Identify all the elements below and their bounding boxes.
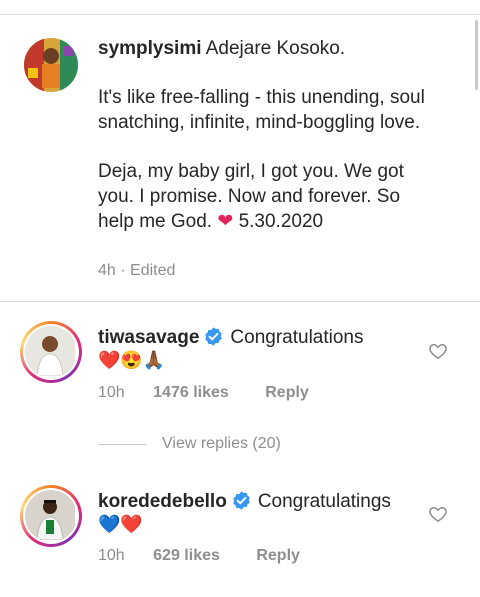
caption-line-1: Adejare Kosoko. (205, 38, 346, 59)
comment-2: korededebello Congratulatings (98, 489, 391, 514)
comment-1-likes[interactable]: 1476 likes (153, 384, 229, 402)
comment-1: tiwasavage Congratulations (98, 325, 364, 350)
caption-line-2: It's like free-falling - this unending, … (98, 87, 425, 133)
comment-1-emojis: ❤️😍🙏🏾 (98, 350, 166, 370)
comment-1-time: 10h (98, 384, 125, 401)
red-heart-emoji: ❤ (217, 211, 234, 232)
comment-1-text: Congratulations (230, 327, 364, 348)
comment-2-text: Congratulatings (257, 491, 391, 512)
caption-date: 5.30.2020 (238, 211, 324, 232)
view-replies-line (98, 444, 146, 445)
divider (0, 301, 480, 302)
view-replies-button[interactable]: View replies (20) (162, 435, 281, 453)
caption-time: 4h · Edited (98, 262, 176, 279)
comment-2-reply-button[interactable]: Reply (256, 547, 300, 565)
comment-1-username[interactable]: tiwasavage (98, 327, 199, 348)
verified-badge-icon (205, 327, 223, 346)
like-heart-icon[interactable] (428, 504, 448, 524)
caption-avatar[interactable] (24, 38, 78, 92)
comment-1-meta: 10h 1476 likes Reply (98, 384, 309, 402)
comment-2-meta: 10h 629 likes Reply (98, 547, 300, 565)
comment-avatar-tiwasavage[interactable] (20, 321, 82, 383)
top-bar (0, 0, 480, 15)
like-heart-icon[interactable] (428, 341, 448, 361)
verified-badge-icon (233, 491, 250, 510)
comment-1-reply-button[interactable]: Reply (265, 384, 309, 402)
caption-username[interactable]: symplysimi (98, 38, 202, 59)
comment-2-likes[interactable]: 629 likes (153, 547, 220, 565)
comment-avatar-korededebello[interactable] (20, 485, 82, 547)
comment-2-emojis: 💙❤️ (98, 514, 143, 534)
comment-2-time: 10h (98, 547, 125, 564)
comment-2-username[interactable]: korededebello (98, 491, 227, 512)
scrollbar[interactable] (475, 20, 478, 90)
post-caption: symplysimi Adejare Kosoko. It's like fre… (98, 36, 438, 234)
